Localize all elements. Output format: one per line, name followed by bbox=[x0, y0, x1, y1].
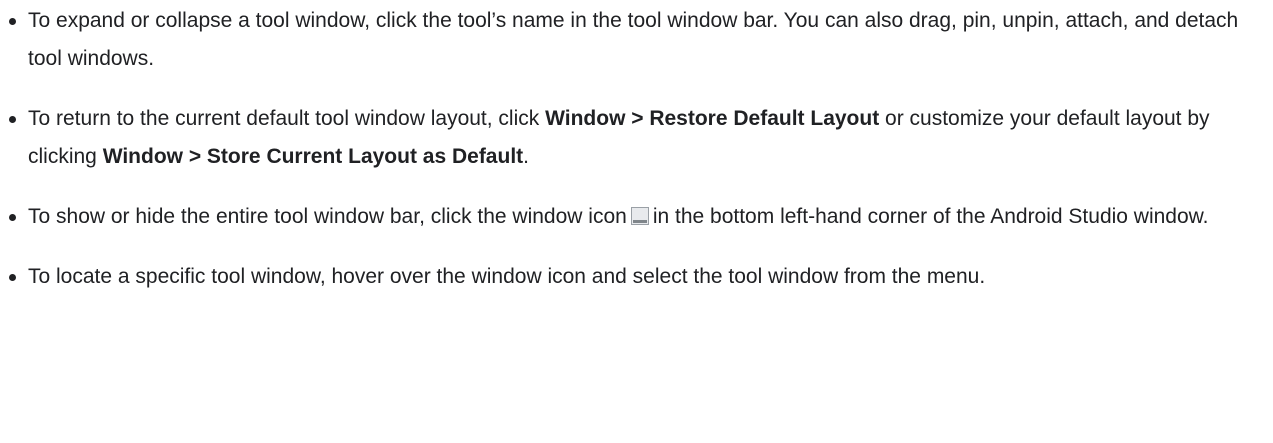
list-item: To return to the current default tool wi… bbox=[0, 100, 1273, 176]
window-icon bbox=[630, 207, 649, 225]
list-item-text: To expand or collapse a tool window, cli… bbox=[28, 9, 1239, 70]
list-item-text: To locate a specific tool window, hover … bbox=[28, 265, 986, 288]
bullet-dot bbox=[9, 116, 16, 123]
list-item-text: To return to the current default tool wi… bbox=[28, 107, 546, 130]
bullet-list: To expand or collapse a tool window, cli… bbox=[0, 2, 1273, 296]
list-item-text: . bbox=[523, 145, 529, 168]
document-body: To expand or collapse a tool window, cli… bbox=[0, 0, 1273, 296]
bullet-dot bbox=[9, 18, 16, 25]
list-item: To show or hide the entire tool window b… bbox=[0, 198, 1273, 236]
menu-path-store-current-layout: Window > Store Current Layout as Default bbox=[102, 145, 524, 168]
list-item: To locate a specific tool window, hover … bbox=[0, 258, 1273, 296]
bullet-dot bbox=[9, 214, 16, 221]
menu-path-restore-default-layout: Window > Restore Default Layout bbox=[545, 107, 880, 130]
list-item-text: To show or hide the entire tool window b… bbox=[28, 205, 627, 228]
list-item: To expand or collapse a tool window, cli… bbox=[0, 2, 1273, 78]
bullet-dot bbox=[9, 274, 16, 281]
list-item-text: in the bottom left-hand corner of the An… bbox=[652, 205, 1209, 228]
